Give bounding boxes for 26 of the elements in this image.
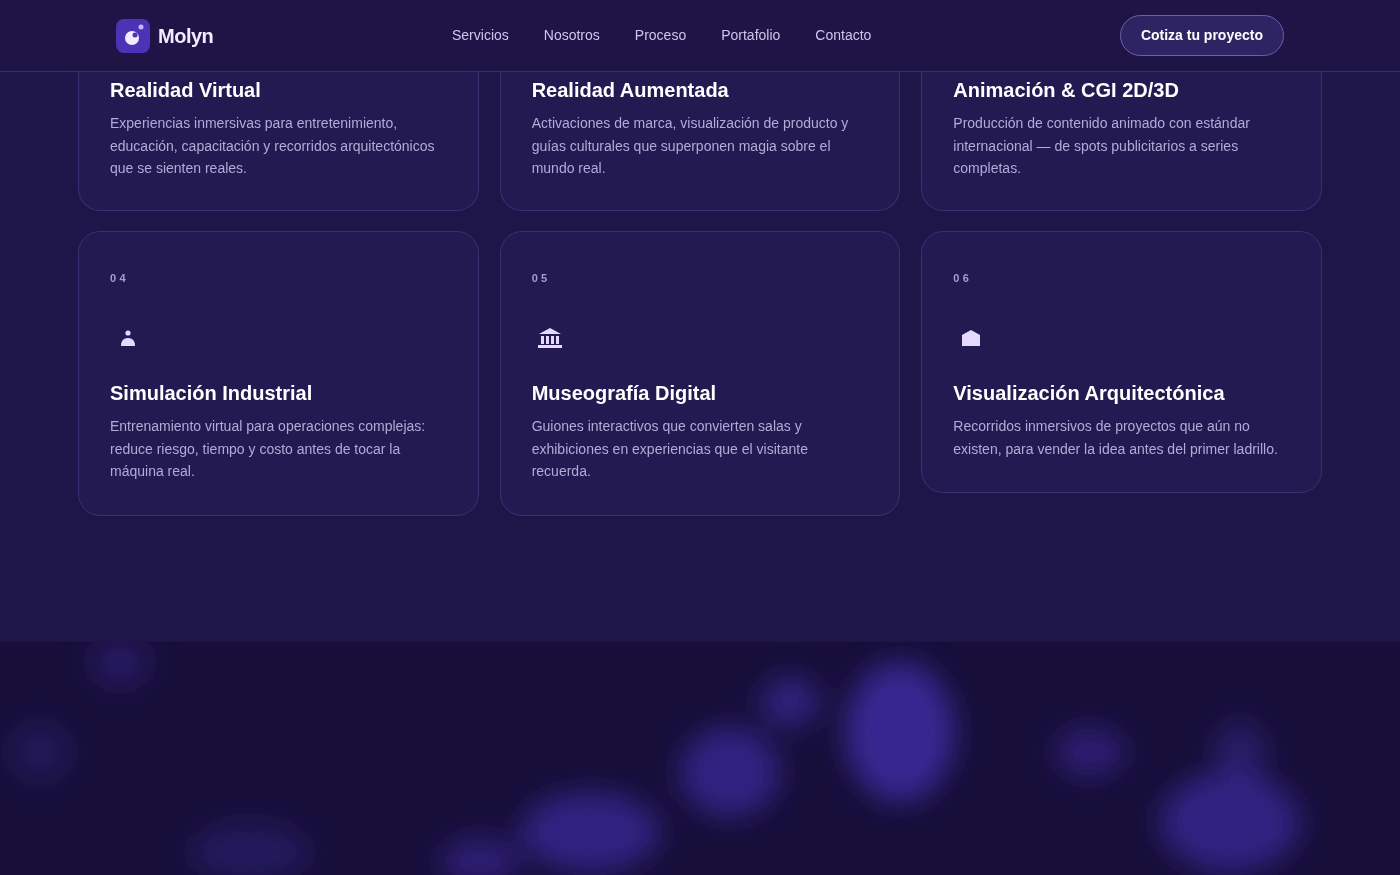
card-number: 05 — [531, 270, 552, 286]
card-title: Simulación Industrial — [110, 381, 314, 406]
museum-icon — [537, 328, 562, 348]
card-description: Experiencias inmersivas para entretenimiento, educación, capacitación y recorridos arquitectónicos que se sienten reales. — [110, 114, 436, 178]
card-title: Realidad Virtual — [110, 78, 262, 103]
card-number: 06 — [953, 270, 974, 286]
card-title: Visualización Arquitectónica — [953, 381, 1226, 406]
card-description: Recorridos inmersivos de proyectos que aún no existen, para vender la idea antes del primer ladrillo. — [953, 417, 1279, 459]
card-number: 04 — [110, 270, 130, 286]
card-title: Animación & CGI 2D/3D — [953, 78, 1180, 103]
card-description: Guiones interactivos que convierten salas y exhibiciones en experiencias que el visitante recuerda. — [531, 417, 809, 481]
card-title: Realidad Aumentada — [531, 78, 730, 103]
nav-link[interactable]: Nosotros — [543, 25, 600, 46]
nav-link[interactable]: Proceso — [634, 25, 687, 46]
card-description: Activaciones de marca, visualización de producto y guías culturales que superponen magia sobre el mundo real. — [531, 114, 850, 178]
person-icon — [119, 329, 137, 347]
nav-link[interactable]: Contacto — [815, 25, 872, 46]
nav-link[interactable]: Portafolio — [721, 25, 781, 46]
card-description: Producción de contenido animado con estándar internacional — de spots publicitarios a series completas. — [953, 114, 1251, 178]
brand-name[interactable]: Molyn — [158, 20, 214, 51]
logo-icon[interactable] — [116, 18, 150, 53]
house-icon — [962, 330, 981, 346]
card-description: Entrenamiento virtual para operaciones complejas: reduce riesgo, tiempo y costo antes de tocar la máquina real. — [110, 417, 427, 481]
card-title: Museografía Digital — [531, 381, 718, 406]
quote-button[interactable]: Cotiza tu proyecto — [1119, 15, 1284, 56]
nav-link[interactable]: Servicios — [452, 25, 509, 46]
